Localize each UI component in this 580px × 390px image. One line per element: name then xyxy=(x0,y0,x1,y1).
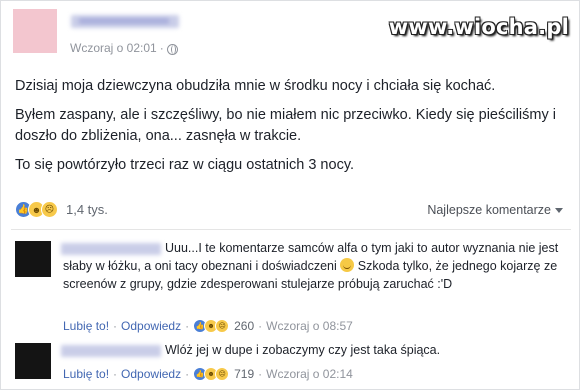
post-paragraph: Dzisiaj moja dziewczyna obudziła mnie w … xyxy=(15,78,496,94)
like-button[interactable]: Lubię to! xyxy=(63,319,109,333)
comment-reaction-count: 260 xyxy=(234,319,255,333)
watermark: www.wiocha.pl xyxy=(388,15,569,39)
meta-separator: · xyxy=(159,41,164,55)
separator: · xyxy=(258,367,263,381)
post-timestamp[interactable]: Wczoraj o 02:01 xyxy=(70,41,157,55)
commenter-avatar[interactable] xyxy=(15,343,51,379)
comment-reaction-icons[interactable]: 👍 ☻ ☹ xyxy=(193,319,230,333)
facebook-post: Wczoraj o 02:01 · www.wiocha.pl Dzisiaj … xyxy=(0,0,580,390)
reaction-icons: 👍 ☻ ☹ xyxy=(15,201,58,218)
reply-button[interactable]: Odpowiedz xyxy=(121,319,181,333)
comment-actions: Lubię to! · Odpowiedz · 👍 ☻ ☹ 260 · Wczo… xyxy=(63,319,353,333)
reactions-summary[interactable]: 👍 ☻ ☹ 1,4 tys. xyxy=(15,201,108,218)
post-paragraph: To się powtórzyło trzeci raz w ciągu ost… xyxy=(15,157,355,173)
author-name-blurred[interactable] xyxy=(71,15,179,28)
comment-text: Wlóż jej w dupe i zobaczymy czy jest tak… xyxy=(63,341,568,359)
separator: · xyxy=(185,367,190,381)
divider xyxy=(11,229,571,230)
comment-text: Uuu...I te komentarze samców alfa o tym … xyxy=(63,239,568,293)
separator: · xyxy=(258,319,263,333)
reaction-count: 1,4 tys. xyxy=(66,202,108,217)
post-meta: Wczoraj o 02:01 · xyxy=(70,41,178,55)
post-paragraph: Byłem zaspany, ale i szczęśliwy, bo nie … xyxy=(15,107,556,144)
author-avatar[interactable] xyxy=(13,9,57,53)
like-button[interactable]: Lubię to! xyxy=(63,367,109,381)
post-body: Dzisiaj moja dziewczyna obudziła mnie w … xyxy=(15,76,570,184)
commenter-avatar[interactable] xyxy=(15,241,51,277)
comment-timestamp[interactable]: Wczoraj o 08:57 xyxy=(266,319,353,333)
separator: · xyxy=(113,367,118,381)
comment-reaction-count: 719 xyxy=(234,367,255,381)
comment-timestamp[interactable]: Wczoraj o 02:14 xyxy=(266,367,353,381)
comment-text-part: Wlóż jej w dupe i zobaczymy czy jest tak… xyxy=(165,343,441,357)
sad-icon: ☹ xyxy=(41,201,58,218)
caret-down-icon xyxy=(555,207,563,213)
separator: · xyxy=(113,319,118,333)
separator: · xyxy=(185,319,190,333)
sad-icon: ☹ xyxy=(215,319,230,333)
reply-button[interactable]: Odpowiedz xyxy=(121,367,181,381)
comment-sort-dropdown[interactable]: Najlepsze komentarze xyxy=(427,203,563,217)
sort-label: Najlepsze komentarze xyxy=(427,203,551,217)
globe-icon xyxy=(166,43,178,55)
comment-reaction-icons[interactable]: 👍 ☻ ☹ xyxy=(193,367,230,381)
smile-emoji-icon xyxy=(340,258,355,272)
comment-actions: Lubię to! · Odpowiedz · 👍 ☻ ☹ 719 · Wczo… xyxy=(63,367,353,381)
sad-icon: ☹ xyxy=(215,367,230,381)
